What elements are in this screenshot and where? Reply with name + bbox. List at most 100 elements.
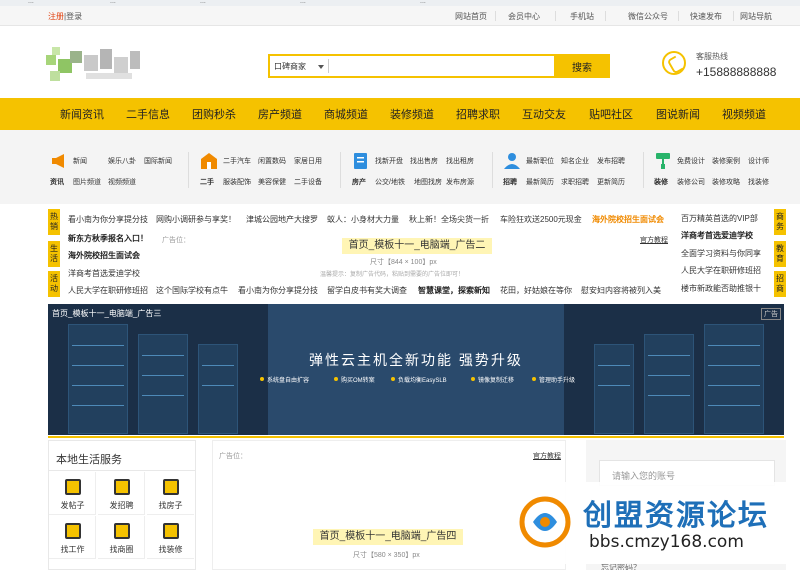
category-link[interactable]: 装修案例 xyxy=(712,156,740,166)
category-link[interactable]: 家居日用 xyxy=(294,156,322,166)
category-link[interactable]: 二手设备 xyxy=(294,177,322,187)
hot-link[interactable]: 秋上新！全场尖货一折 xyxy=(409,214,489,225)
category-main-label[interactable]: 装修 xyxy=(654,177,668,187)
category-realestate: 房产 找新开盘 找出售房 找出租房 公交/地铁 地图找房 发布房源 xyxy=(352,150,482,190)
divider xyxy=(340,152,341,188)
nav-item[interactable]: 新闻资讯 xyxy=(60,106,104,122)
side-tab[interactable]: 热销 xyxy=(48,209,60,235)
category-link[interactable]: 装修公司 xyxy=(677,177,705,187)
hot-link[interactable]: 楼市新政能否助推银十 xyxy=(681,283,761,294)
category-link[interactable]: 知名企业 xyxy=(561,156,589,166)
hot-link[interactable]: 留学白皮书有奖大调查 xyxy=(327,285,407,296)
category-main-label[interactable]: 二手 xyxy=(200,177,214,187)
category-link[interactable]: 免费设计 xyxy=(677,156,705,166)
category-main-label[interactable]: 招聘 xyxy=(503,177,517,187)
hot-link[interactable]: 人民大学在职研修班招 xyxy=(68,285,148,296)
category-link[interactable]: 最新简历 xyxy=(526,177,554,187)
nav-item[interactable]: 图说新闻 xyxy=(656,106,700,122)
wechat-link[interactable]: 微信公众号 xyxy=(628,11,668,22)
member-center-link[interactable]: 会员中心 xyxy=(508,11,540,22)
category-link[interactable]: 地图找房 xyxy=(414,177,442,187)
search-button[interactable]: 搜索 xyxy=(554,54,610,78)
hot-link[interactable]: 百万精英首选的VIP部 xyxy=(681,213,758,224)
category-link[interactable]: 找新开盘 xyxy=(375,156,403,166)
category-link[interactable]: 发布房源 xyxy=(446,177,474,187)
banner-feature: 管理助手升级 xyxy=(531,375,575,384)
category-link[interactable]: 闲置数码 xyxy=(258,156,286,166)
hot-link[interactable]: 智慧课堂，探索新知 xyxy=(418,285,490,296)
nav-item[interactable]: 招聘求职 xyxy=(456,106,500,122)
category-main-label[interactable]: 房产 xyxy=(352,177,366,187)
service-post[interactable]: 发帖子 xyxy=(49,472,96,515)
category-link[interactable]: 装修攻略 xyxy=(712,177,740,187)
hot-link[interactable]: 网购小调研参与享奖！ xyxy=(156,214,236,225)
nav-item[interactable]: 装修频道 xyxy=(390,106,434,122)
service-mall[interactable]: 找商圈 xyxy=(98,516,145,559)
category-link[interactable]: 更新简历 xyxy=(597,177,625,187)
side-tab[interactable]: 招商 xyxy=(774,271,786,297)
hot-link[interactable]: 海外院校招生面试会 xyxy=(592,214,664,225)
site-logo[interactable] xyxy=(46,45,142,87)
hot-link[interactable]: 海外院校招生面试会 xyxy=(68,250,140,261)
edit-icon xyxy=(65,479,81,495)
category-link[interactable]: 美容保健 xyxy=(258,177,286,187)
category-link[interactable]: 新闻 xyxy=(73,156,87,166)
category-link[interactable]: 国际新闻 xyxy=(144,156,172,166)
hot-link[interactable]: 花田，好姑娘在等你 xyxy=(500,285,572,296)
category-link[interactable]: 视频频道 xyxy=(108,177,136,187)
ad-tutorial-link[interactable]: 官方教程 xyxy=(533,451,561,461)
quick-post-link[interactable]: 快速发布 xyxy=(690,11,722,22)
side-tab[interactable]: 活动 xyxy=(48,271,60,297)
hot-link[interactable]: 洋商考首选爱迪学校 xyxy=(68,268,140,279)
home-link[interactable]: 网站首页 xyxy=(455,11,487,22)
service-house[interactable]: 找房子 xyxy=(147,472,194,515)
ad-slot-2[interactable]: 广告位： 官方教程 首页_模板十一_电脑端_广告二 尺寸【844 × 100】p… xyxy=(156,229,672,279)
nav-item[interactable]: 房产频道 xyxy=(258,106,302,122)
hotline-label: 客服热线 xyxy=(696,52,728,61)
service-decoration[interactable]: 找装修 xyxy=(147,516,194,559)
search-category-select[interactable]: 口碑商家 xyxy=(274,61,306,72)
hot-link[interactable]: 全面学习资料与你同享 xyxy=(681,248,761,259)
mobile-site-link[interactable]: 手机站 xyxy=(570,11,594,22)
nav-item[interactable]: 贴吧社区 xyxy=(589,106,633,122)
hot-link[interactable]: 津城公园地产大搜罗 xyxy=(246,214,318,225)
category-link[interactable]: 二手汽车 xyxy=(223,156,251,166)
service-job[interactable]: 找工作 xyxy=(49,516,96,559)
nav-item[interactable]: 团购秒杀 xyxy=(192,106,236,122)
hot-link[interactable]: 人民大学在职研修班招 xyxy=(681,265,761,276)
hot-link[interactable]: 洋商考首选爱迪学校 xyxy=(681,230,753,241)
ad-tutorial-link[interactable]: 官方教程 xyxy=(640,235,668,245)
hot-link[interactable]: 新东方秋季报名入口！ xyxy=(68,233,148,244)
category-link[interactable]: 求职招聘 xyxy=(561,177,589,187)
hot-link[interactable]: 慰安妇内容将被列入美 xyxy=(581,285,661,296)
side-tab[interactable]: 商务 xyxy=(774,209,786,235)
category-link[interactable]: 最新职位 xyxy=(526,156,554,166)
hot-link[interactable]: 车险狂欢送2500元现金 xyxy=(500,214,582,225)
divider xyxy=(605,11,606,21)
nav-item[interactable]: 视频频道 xyxy=(722,106,766,122)
category-link[interactable]: 设计师 xyxy=(748,156,769,166)
category-link[interactable]: 娱乐八卦 xyxy=(108,156,136,166)
category-link[interactable]: 找出售房 xyxy=(410,156,438,166)
register-link[interactable]: 注册 xyxy=(48,12,64,21)
hot-link[interactable]: 这个国际学校有点牛 xyxy=(156,285,228,296)
side-tab[interactable]: 教育 xyxy=(774,241,786,267)
hot-link[interactable]: 蚁人：小身材大力量 xyxy=(327,214,399,225)
nav-item[interactable]: 互动交友 xyxy=(522,106,566,122)
hot-link[interactable]: 看小南为你分享提分技 xyxy=(238,285,318,296)
hot-link[interactable]: 看小南为你分享提分技 xyxy=(68,214,148,225)
category-link[interactable]: 图片频道 xyxy=(73,177,101,187)
category-link[interactable]: 发布招聘 xyxy=(597,156,625,166)
side-tab[interactable]: 生活 xyxy=(48,241,60,267)
category-link[interactable]: 公交/地铁 xyxy=(375,177,405,187)
category-main-label[interactable]: 资讯 xyxy=(50,177,64,187)
service-recruit[interactable]: 发招聘 xyxy=(98,472,145,515)
banner-ad[interactable]: 首页_模板十一_电脑端_广告三 广告 弹性云主机全新功能 强势升级 系统盘自由扩… xyxy=(48,304,784,435)
site-nav-link[interactable]: 网站导航 xyxy=(740,11,772,22)
category-link[interactable]: 找装修 xyxy=(748,177,769,187)
nav-item[interactable]: 商城频道 xyxy=(324,106,368,122)
login-link[interactable]: 登录 xyxy=(66,12,82,21)
category-link[interactable]: 服装配饰 xyxy=(223,177,251,187)
category-link[interactable]: 找出租房 xyxy=(446,156,474,166)
nav-item[interactable]: 二手信息 xyxy=(126,106,170,122)
